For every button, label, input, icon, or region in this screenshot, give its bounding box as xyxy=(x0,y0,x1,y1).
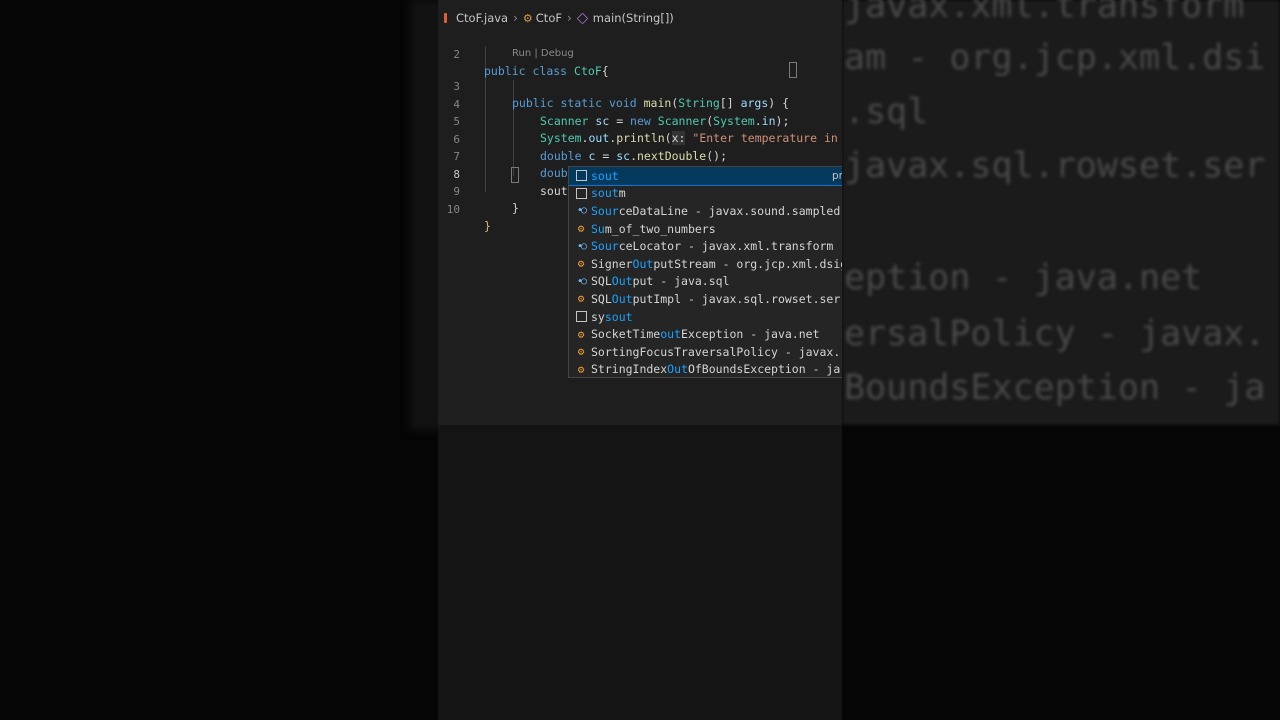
line-number: 10 xyxy=(446,203,460,216)
match-highlight: Sour xyxy=(591,203,619,218)
snippet-icon xyxy=(572,170,590,182)
method-icon xyxy=(576,12,589,24)
suggestion-label: StringIndexOutOfBoundsException - ja xyxy=(591,362,841,377)
suggestion-item[interactable]: •○ SQLOutput - java.sql xyxy=(569,273,842,291)
snippet-icon xyxy=(572,187,590,199)
suggestion-item[interactable]: ⚙ StringIndexOutOfBoundsException - ja xyxy=(569,361,842,377)
backdrop-text: javax.xml.transform xyxy=(844,0,1245,26)
class-icon: ⚙ xyxy=(522,11,533,25)
interface-icon: •○ xyxy=(576,275,587,287)
backdrop-text: ersalPolicy - javax. xyxy=(844,314,1266,354)
suggestion-item[interactable]: ⚙ SortingFocusTraversalPolicy - javax. xyxy=(569,343,842,361)
java-file-icon xyxy=(442,12,450,24)
suggestion-label: sout xyxy=(591,169,619,183)
backdrop-left-editor-edge xyxy=(410,0,438,430)
breadcrumb-file[interactable]: CtoF.java xyxy=(456,11,508,25)
breadcrumb-class[interactable]: CtoF xyxy=(536,11,562,25)
match-highlight: Out xyxy=(632,256,654,271)
class-icon: ⚙ xyxy=(577,257,585,271)
suggestion-label: sysout xyxy=(591,309,633,324)
suggestion-label: SortingFocusTraversalPolicy - javax. xyxy=(591,344,841,359)
class-icon: ⚙ xyxy=(577,222,585,236)
suggestion-item[interactable]: ⚙ SignerOutputStream - org.jcp.xml.dsig xyxy=(569,255,842,273)
backdrop-right: javax.xml.transform am - org.jcp.xml.dsi… xyxy=(842,0,1280,720)
match-highlight: Sour xyxy=(591,239,619,254)
chevron-right-icon: › xyxy=(566,11,572,25)
suggestion-item[interactable]: •○ SourceLocator - javax.xml.transform xyxy=(569,237,842,255)
suggestion-label: SourceDataLine - javax.sound.sampled xyxy=(591,203,841,218)
match-highlight: sout xyxy=(591,168,619,183)
suggestion-item[interactable]: ⚙ Sum_of_two_numbers xyxy=(569,220,842,238)
suggestion-label: SQLOutputImpl - javax.sql.rowset.ser xyxy=(591,291,841,306)
class-icon: ⚙ xyxy=(577,345,585,359)
backdrop-text: am - org.jcp.xml.dsi xyxy=(844,38,1266,78)
suggestion-widget[interactable]: sout pr soutm •○ SourceDataLine - javax.soun… xyxy=(568,166,842,378)
match-highlight: out xyxy=(660,327,682,342)
code-editor[interactable]: CtoF.java › ⚙ CtoF › main(String[]) 2 pu… xyxy=(438,0,842,720)
codelens: Run | Debug xyxy=(512,48,574,59)
suggestion-item[interactable]: ⚙ SocketTimeoutException - java.net xyxy=(569,325,842,343)
breadcrumb: CtoF.java › ⚙ CtoF › main(String[]) xyxy=(438,9,674,27)
suggestion-item[interactable]: soutm xyxy=(569,185,842,203)
debug-codelens[interactable]: Debug xyxy=(541,48,574,59)
match-highlight: Out xyxy=(611,291,633,306)
code-line[interactable]: 6 double c = sc.nextDouble(); xyxy=(438,114,842,163)
suggestion-label: SignerOutputStream - org.jcp.xml.dsig xyxy=(591,256,842,271)
code-line[interactable]: 8 sout xyxy=(438,149,842,198)
suggestion-label: soutm xyxy=(591,186,626,201)
code-line[interactable]: 3 public static void main(String[] args)… xyxy=(438,61,842,110)
snippet-icon xyxy=(572,311,590,323)
suggestion-label: SQLOutput - java.sql xyxy=(591,274,730,289)
match-highlight: Out xyxy=(667,362,688,377)
class-icon: ⚙ xyxy=(577,292,585,306)
backdrop-text: javax.sql.rowset.ser xyxy=(844,146,1266,186)
bracket-match-highlight xyxy=(789,62,797,78)
interface-icon: •○ xyxy=(576,205,587,217)
suggestion-label: Sum_of_two_numbers xyxy=(591,221,716,236)
breadcrumb-method[interactable]: main(String[]) xyxy=(593,11,674,25)
line-code: } xyxy=(484,219,491,233)
match-highlight: Out xyxy=(611,274,633,289)
code-line[interactable]: 4 Scanner sc = new Scanner(System.in); xyxy=(438,79,842,128)
line-code: } xyxy=(512,201,519,215)
chevron-right-icon: › xyxy=(513,11,518,25)
match-highlight: Su xyxy=(591,221,605,236)
class-icon: ⚙ xyxy=(577,362,585,376)
code-line[interactable]: 2 public class CtoF{ xyxy=(438,29,842,78)
suggestion-label: SourceLocator - javax.xml.transform xyxy=(591,239,834,254)
suggestion-item[interactable]: sysout xyxy=(569,308,842,326)
match-highlight: sout xyxy=(604,309,633,324)
suggestion-detail: pr xyxy=(832,169,842,182)
backdrop-text: .sql xyxy=(844,92,929,132)
suggestion-label: SocketTimeoutException - java.net xyxy=(591,327,820,342)
editor-empty-area xyxy=(438,425,842,720)
suggestion-item[interactable]: ⚙ SQLOutputImpl - javax.sql.rowset.ser xyxy=(569,290,842,308)
class-icon: ⚙ xyxy=(577,327,585,341)
run-codelens[interactable]: Run xyxy=(512,48,531,59)
interface-icon: •○ xyxy=(576,240,587,252)
backdrop-left xyxy=(0,0,438,720)
bracket-match-highlight xyxy=(511,167,519,183)
backdrop-text: BoundsException - ja xyxy=(844,368,1266,408)
match-highlight: sout xyxy=(591,186,619,201)
suggestion-item[interactable]: •○ SourceDataLine - javax.sound.sampled xyxy=(569,202,842,220)
suggestion-item[interactable]: sout pr xyxy=(569,167,842,186)
backdrop-text: eption - java.net xyxy=(844,258,1203,298)
code-line[interactable]: 7 double f = (c*9/5) + 32; xyxy=(438,131,842,180)
code-line[interactable]: 5 System.out.println(x: "Enter temperatu… xyxy=(438,96,842,145)
